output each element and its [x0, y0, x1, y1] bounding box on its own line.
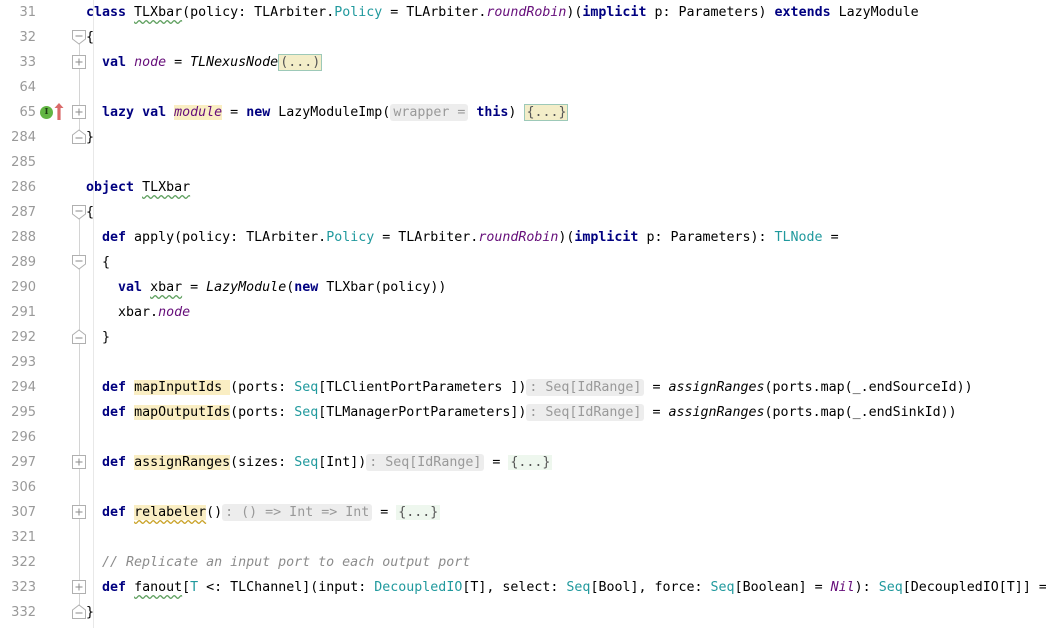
token-keyword-class: class [86, 5, 127, 20]
code-line-290[interactable]: val xbar = LazyModule(new TLXbar(policy)… [86, 275, 446, 300]
code-line-292[interactable]: } [86, 325, 110, 350]
token-keyword-object: object [86, 180, 135, 195]
fold-placeholder-paren[interactable]: (...) [278, 54, 323, 71]
code-line-284[interactable]: } [86, 125, 94, 150]
token-type-TLXbar: TLXbar [134, 5, 183, 20]
token-comment-322: // Replicate an input port to each outpu… [102, 555, 471, 570]
code-line-295[interactable]: def mapOutputIds(ports: Seq[TLManagerPor… [86, 400, 957, 425]
token-keyword-val: val [118, 280, 143, 295]
token-keyword-new: new [246, 105, 271, 120]
fold-placeholder-brace-307[interactable]: {...} [396, 505, 441, 520]
code-line-289[interactable]: { [86, 250, 110, 275]
code-line-294[interactable]: def mapInputIds (ports: Seq[TLClientPort… [86, 375, 973, 400]
token-type-Seq: Seq [294, 405, 319, 420]
code-line-31[interactable]: class TLXbar(policy: TLArbiter.Policy = … [86, 0, 919, 25]
token-assignRanges: assignRanges [668, 380, 765, 395]
inferred-type-hint-297: : Seq[IdRange] [366, 454, 485, 471]
token-node: node [134, 55, 167, 70]
token-type-T: T [190, 580, 199, 595]
token-keyword-def: def [102, 380, 127, 395]
token-roundRobin: roundRobin [486, 5, 567, 20]
token-assignRanges: assignRanges [668, 405, 765, 420]
token-Nil: Nil [830, 580, 855, 595]
token-keyword-extends: extends [774, 5, 831, 20]
token-keyword-def: def [102, 230, 127, 245]
token-mapOutputIds: mapOutputIds [134, 405, 231, 420]
token-relabeler: relabeler [134, 505, 207, 520]
token-keyword-def: def [102, 405, 127, 420]
token-keyword-lazy: lazy [102, 105, 135, 120]
code-line-288[interactable]: def apply(policy: TLArbiter.Policy = TLA… [86, 225, 839, 250]
token-node: node [158, 305, 191, 320]
token-LazyModule: LazyModule [206, 280, 287, 295]
code-line-291[interactable]: xbar.node [86, 300, 190, 325]
code-line-32[interactable]: { [86, 25, 94, 50]
token-type-Seq: Seq [294, 380, 319, 395]
token-keyword-val: val [102, 55, 127, 70]
token-keyword-new: new [294, 280, 319, 295]
code-editor[interactable]: 31 32 33 64 65 I 284 285 286 287 288 289 290 291 292 29… [0, 0, 1046, 628]
code-line-323[interactable]: def fanout[T <: TLChannel](input: Decoup… [86, 575, 1046, 600]
token-keyword-val: val [142, 105, 167, 120]
code-line-286[interactable]: object TLXbar [86, 175, 190, 200]
token-type-Policy: Policy [326, 230, 375, 245]
token-type-Seq: Seq [294, 455, 319, 470]
token-type-Policy: Policy [334, 5, 383, 20]
token-keyword-def: def [102, 580, 127, 595]
code-line-33[interactable]: val node = TLNexusNode (...) [86, 50, 323, 75]
token-keyword-implicit: implicit [582, 5, 647, 20]
code-content[interactable]: class TLXbar(policy: TLArbiter.Policy = … [0, 0, 1046, 628]
token-type-DecoupledIO: DecoupledIO [374, 580, 463, 595]
param-hint-wrapper: wrapper = [390, 104, 469, 121]
token-type-TLNode: TLNode [774, 230, 823, 245]
code-line-307[interactable]: def relabeler(): () => Int => Int = {...… [86, 500, 441, 525]
token-xbar: xbar [150, 280, 183, 295]
token-keyword-def: def [102, 505, 127, 520]
token-fanout: fanout [134, 580, 183, 595]
inferred-type-hint-295: : Seq[IdRange] [526, 404, 645, 421]
code-line-322[interactable]: // Replicate an input port to each outpu… [86, 550, 470, 575]
token-object-TLXbar: TLXbar [142, 180, 191, 195]
token-assignRanges: assignRanges [134, 455, 231, 470]
token-keyword-def: def [102, 455, 127, 470]
inferred-type-hint-307: : () => Int => Int [222, 504, 373, 521]
token-type-Seq-DecoupledIO: Seq [878, 580, 903, 595]
code-line-332[interactable]: } [86, 600, 94, 625]
token-keyword-implicit: implicit [574, 230, 639, 245]
token-type-Seq-Boolean: Seq [710, 580, 735, 595]
fold-placeholder-brace-65[interactable]: {...} [524, 104, 569, 121]
token-keyword-this: this [476, 105, 509, 120]
token-roundRobin: roundRobin [478, 230, 559, 245]
code-line-287[interactable]: { [86, 200, 94, 225]
code-line-65[interactable]: lazy val module = new LazyModuleImp(wrap… [86, 100, 569, 125]
token-module: module [174, 105, 223, 120]
token-mapInputIds: mapInputIds [134, 380, 231, 395]
inferred-type-hint-294: : Seq[IdRange] [526, 379, 645, 396]
token-type-Seq-Bool: Seq [566, 580, 591, 595]
fold-placeholder-brace-297[interactable]: {...} [508, 455, 553, 470]
token-TLNexusNode: TLNexusNode [190, 55, 279, 70]
code-line-297[interactable]: def assignRanges(sizes: Seq[Int]): Seq[I… [86, 450, 553, 475]
